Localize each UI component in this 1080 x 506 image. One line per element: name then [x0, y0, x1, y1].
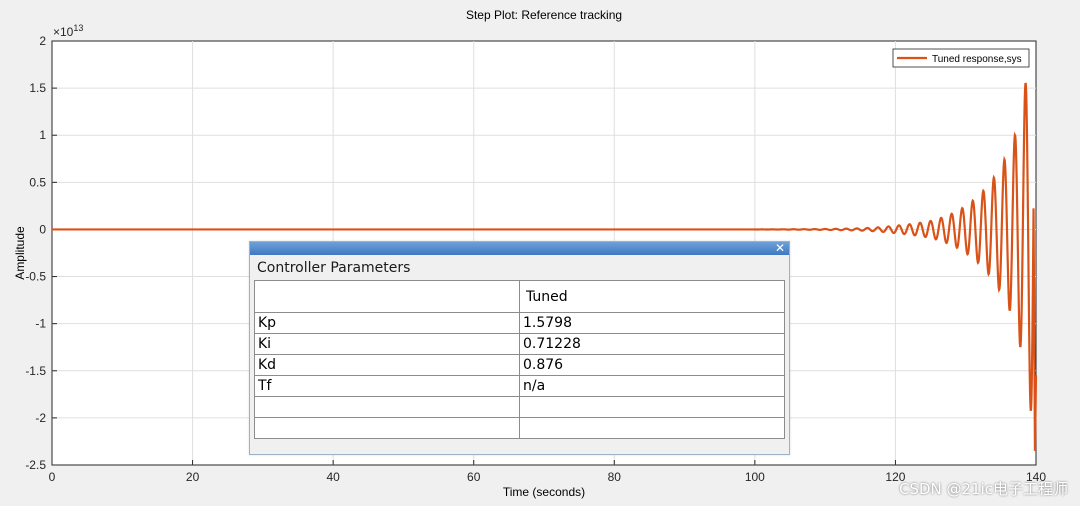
x-tick-label: 20 — [186, 470, 200, 484]
param-value[interactable] — [519, 417, 785, 439]
param-name[interactable] — [254, 417, 520, 439]
table-row[interactable]: Kd 0.876 — [254, 354, 785, 376]
plot-title: Step Plot: Reference tracking — [466, 8, 622, 22]
legend-label: Tuned response,sys — [932, 54, 1022, 65]
param-value[interactable] — [519, 396, 785, 418]
table-row[interactable]: Kp 1.5798 — [254, 312, 785, 334]
x-tick-label: 60 — [467, 470, 481, 484]
column-header-tuned: Tuned — [519, 280, 785, 313]
param-name[interactable]: Ki — [254, 333, 520, 355]
param-name[interactable] — [254, 396, 520, 418]
x-tick-label: 100 — [745, 470, 765, 484]
parameters-table[interactable]: Tuned Kp 1.5798 Ki 0.71228 Kd 0.876 Tf n… — [254, 280, 785, 439]
table-header-row: Tuned — [254, 280, 785, 313]
param-name[interactable]: Kp — [254, 312, 520, 334]
y-tick-label: -2 — [35, 411, 46, 425]
param-value[interactable]: 1.5798 — [519, 312, 785, 334]
y-tick-label: -1 — [35, 317, 46, 331]
table-row[interactable] — [254, 417, 785, 439]
param-name[interactable]: Kd — [254, 354, 520, 376]
table-row[interactable]: Ki 0.71228 — [254, 333, 785, 355]
y-tick-label: 1 — [39, 128, 46, 142]
close-icon[interactable]: ✕ — [774, 242, 786, 255]
x-tick-label: 80 — [608, 470, 622, 484]
param-value[interactable]: n/a — [519, 375, 785, 397]
param-name[interactable]: Tf — [254, 375, 520, 397]
y-tick-label: -1.5 — [25, 364, 46, 378]
window-titlebar[interactable]: ✕ — [250, 242, 789, 255]
param-value[interactable]: 0.71228 — [519, 333, 785, 355]
y-tick-label: -0.5 — [25, 270, 46, 284]
y-tick-label: 0 — [39, 222, 46, 236]
legend: Tuned response,sys — [892, 48, 1030, 68]
x-tick-label: 40 — [326, 470, 340, 484]
panel-header: Controller Parameters — [257, 260, 411, 276]
y-tick-label: 2 — [39, 34, 46, 48]
controller-parameters-window[interactable]: ✕ Controller Parameters Tuned Kp 1.5798 … — [249, 241, 790, 455]
y-tick-label: 1.5 — [29, 81, 46, 95]
column-header — [254, 280, 520, 313]
table-row[interactable] — [254, 396, 785, 418]
y-tick-label: 0.5 — [29, 175, 46, 189]
param-value[interactable]: 0.876 — [519, 354, 785, 376]
x-tick-label: 0 — [49, 470, 56, 484]
y-exponent-label: ×1013 — [53, 23, 83, 39]
y-tick-label: -2.5 — [25, 458, 46, 472]
y-axis-label: Amplitude — [13, 226, 27, 280]
table-row[interactable]: Tf n/a — [254, 375, 785, 397]
watermark: CSDN @21ic电子工程师 — [898, 480, 1068, 498]
x-axis-label: Time (seconds) — [503, 485, 585, 499]
